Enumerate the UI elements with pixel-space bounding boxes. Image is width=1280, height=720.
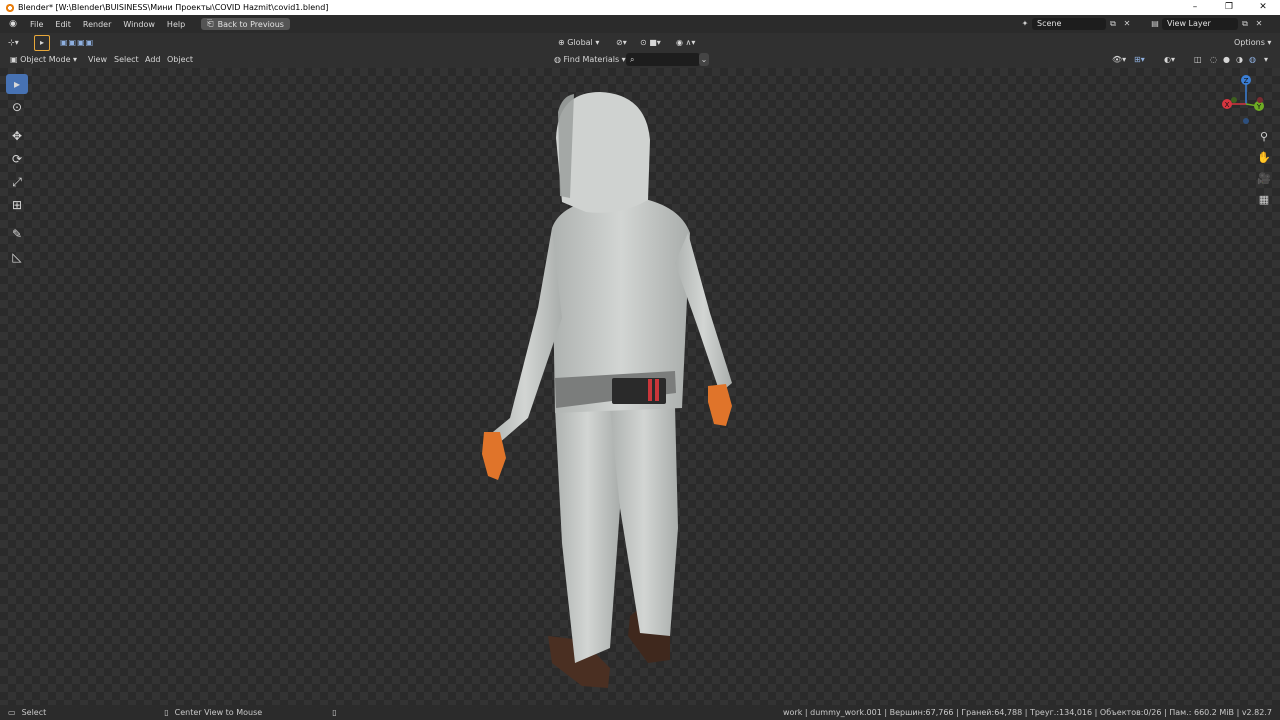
menu-edit[interactable]: Edit — [49, 20, 77, 29]
scale-tool-icon[interactable]: ⤢ — [6, 172, 28, 192]
rotate-tool-icon[interactable]: ⟳ — [6, 149, 28, 169]
annotate-tool-icon[interactable]: ✎ — [6, 224, 28, 244]
navigation-gizmo[interactable]: Z X Y — [1220, 74, 1272, 126]
belt-light-2 — [655, 379, 659, 401]
view-layer-selector: ▤ View Layer ⧉ ✕ — [1148, 17, 1266, 30]
visibility-icon[interactable]: 👁▾ — [1112, 53, 1126, 66]
object-mode-dropdown[interactable]: ▣ Object Mode ▾ — [10, 53, 77, 66]
left-arm — [488, 228, 562, 444]
new-view-layer-icon[interactable]: ⧉ — [1238, 18, 1252, 30]
menu-window[interactable]: Window — [117, 20, 161, 29]
select-box-tool-icon[interactable]: ▸ — [6, 74, 28, 94]
search-options-icon[interactable]: ⌄ — [699, 53, 709, 66]
orientation-icon: ⊕ — [558, 38, 568, 47]
object-mode-icon: ▣ — [10, 55, 21, 64]
transform-tool-icon[interactable]: ⊞ — [6, 195, 28, 215]
mouse-right-icon: ▯ — [332, 708, 337, 717]
belt-light-1 — [648, 379, 652, 401]
right-hand — [708, 384, 732, 426]
menu-object[interactable]: Object — [167, 53, 193, 66]
status-bar: ▭ Select ▯ Center View to Mouse ▯ work |… — [0, 705, 1280, 720]
shading-material-icon[interactable]: ◑ — [1236, 53, 1243, 66]
view-layer-field[interactable]: View Layer — [1162, 17, 1238, 30]
gizmo-neg-y-handle — [1231, 97, 1237, 103]
hazmat-suit-model[interactable] — [470, 88, 750, 693]
menu-add[interactable]: Add — [145, 53, 161, 66]
blender-logo-icon — [4, 2, 14, 13]
menu-select[interactable]: Select — [114, 53, 139, 66]
zoom-icon[interactable]: ⚲ — [1256, 130, 1272, 146]
selection-mode-icons[interactable]: ▣▣▣▣ — [60, 36, 94, 49]
pivot-dropdown[interactable]: ⊘▾ — [616, 36, 627, 49]
back-icon: ⎗ — [207, 19, 214, 28]
menu-file[interactable]: File — [24, 20, 49, 29]
scene-statistics: work | dummy_work.001 | Вершин:67,766 | … — [783, 708, 1272, 717]
gizmo-x-label: X — [1225, 101, 1230, 109]
gizmo-neg-x-handle — [1257, 97, 1263, 103]
scene-icon[interactable]: ✦ — [1018, 18, 1032, 30]
move-tool-icon[interactable]: ✥ — [6, 126, 28, 146]
xray-toggle-icon[interactable]: ◫ — [1194, 53, 1202, 66]
new-scene-icon[interactable]: ⧉ — [1106, 18, 1120, 30]
gizmo-z-label: Z — [1244, 77, 1249, 85]
blender-menu-icon[interactable]: ◉ — [6, 17, 20, 31]
options-label: Options — [1234, 38, 1265, 47]
active-tool-icon[interactable]: ▸ — [34, 35, 50, 51]
menu-help[interactable]: Help — [161, 20, 191, 29]
back-to-previous-label: Back to Previous — [217, 19, 284, 29]
viewport-header: ▣ Object Mode ▾ View Select Add Object ◍… — [0, 51, 1280, 68]
maximize-button[interactable]: ❐ — [1212, 0, 1246, 15]
shading-solid-icon[interactable]: ● — [1223, 53, 1230, 66]
gizmo-y-label: Y — [1256, 103, 1262, 111]
snap-icons[interactable]: ⊙ ■▾ — [640, 36, 661, 49]
delete-view-layer-icon[interactable]: ✕ — [1252, 18, 1266, 30]
editor-type-icon[interactable]: ⊹▾ — [8, 36, 19, 49]
material-search-input[interactable]: ⌕ — [626, 53, 700, 66]
minimize-button[interactable]: – — [1178, 0, 1212, 15]
menu-view[interactable]: View — [88, 53, 107, 66]
find-materials-dropdown[interactable]: ◍ Find Materials ▾ — [554, 53, 626, 66]
shading-wireframe-icon[interactable]: ◌ — [1210, 53, 1217, 66]
orientation-dropdown[interactable]: ⊕ Global ▾ — [558, 36, 599, 49]
right-leg — [610, 406, 678, 636]
back-to-previous-button[interactable]: ⎗ Back to Previous — [201, 18, 290, 30]
pan-hand-icon[interactable]: ✋ — [1256, 151, 1272, 167]
status-center-label: Center View to Mouse — [174, 708, 263, 717]
viewport-navigation: ⚲ ✋ 🎥 ▦ — [1256, 130, 1272, 214]
gizmo-neg-z-handle — [1243, 118, 1249, 124]
delete-scene-icon[interactable]: ✕ — [1120, 18, 1134, 30]
title-bar: Blender* [W:\Blender\BUISINESS\Мини Прое… — [0, 0, 1280, 15]
shading-options-icon[interactable]: ▾ — [1264, 53, 1268, 66]
perspective-grid-icon[interactable]: ▦ — [1256, 193, 1272, 209]
window-title: Blender* [W:\Blender\BUISINESS\Мини Прое… — [18, 3, 329, 12]
measure-tool-icon[interactable]: ◺ — [6, 247, 28, 267]
find-materials-icon: ◍ — [554, 55, 564, 64]
left-toolbar: ▸ ⊙ ✥ ⟳ ⤢ ⊞ ✎ ◺ — [6, 74, 32, 270]
overlay-toggle-icon[interactable]: ◐▾ — [1164, 53, 1175, 66]
cursor-tool-icon[interactable]: ⊙ — [6, 97, 28, 117]
options-dropdown[interactable]: Options ▾ — [1234, 36, 1271, 49]
status-select-label: Select — [21, 708, 47, 717]
left-leg — [555, 408, 620, 663]
camera-view-icon[interactable]: 🎥 — [1256, 172, 1272, 188]
shading-rendered-icon[interactable]: ◍ — [1249, 53, 1256, 66]
scene-selector: ✦ Scene ⧉ ✕ — [1018, 17, 1134, 30]
scene-field[interactable]: Scene — [1032, 17, 1106, 30]
gizmo-toggle-icon[interactable]: ⊞▾ — [1134, 53, 1145, 66]
close-button[interactable]: ✕ — [1246, 0, 1280, 15]
object-mode-label: Object Mode — [20, 55, 71, 64]
view-layer-icon[interactable]: ▤ — [1148, 18, 1162, 30]
tool-header: ⊹▾ ▸ ▣▣▣▣ ⊕ Global ▾ ⊘▾ ⊙ ■▾ ◉ ∧▾ Option… — [0, 33, 1280, 51]
mouse-left-icon: ▭ — [8, 708, 16, 717]
proportional-edit-icons[interactable]: ◉ ∧▾ — [676, 36, 695, 49]
window-controls: – ❐ ✕ — [1178, 0, 1280, 15]
orientation-label: Global — [567, 38, 593, 47]
menu-render[interactable]: Render — [77, 20, 117, 29]
find-materials-label: Find Materials — [563, 55, 620, 64]
mouse-middle-icon: ▯ — [164, 708, 169, 717]
